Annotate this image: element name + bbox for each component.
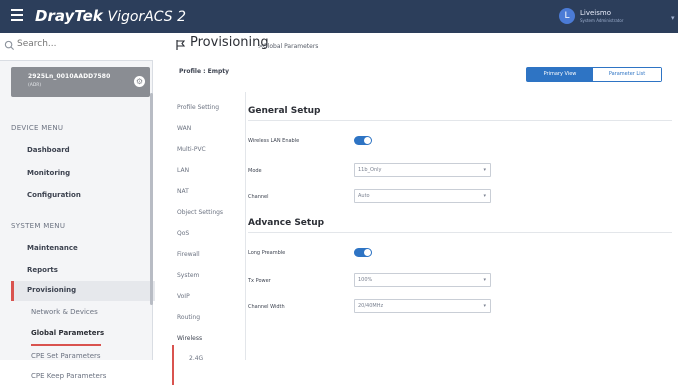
- brand-sub: VigorACS 2: [107, 9, 187, 25]
- avatar: L: [559, 8, 575, 24]
- brand-logo: DrayTek VigorACS 2: [35, 7, 186, 25]
- subnav-item-lan[interactable]: LAN: [177, 167, 189, 174]
- subnav-item-wan[interactable]: WAN: [177, 125, 191, 132]
- channel-width-select[interactable]: 20/40MHz ▾: [354, 299, 491, 313]
- subnav-item-voip[interactable]: VoIP: [177, 293, 190, 300]
- chevron-down-icon: ▾: [483, 277, 486, 283]
- sidebar-item-reports[interactable]: Reports: [27, 266, 58, 274]
- subnav-item-2-4g[interactable]: 2.4G: [189, 355, 203, 362]
- breadcrumb: >Global Parameters: [258, 43, 319, 50]
- parameter-list-button[interactable]: Parameter List: [593, 68, 661, 81]
- user-role: System Administrator: [580, 18, 624, 23]
- sidebar-subitem-network-devices[interactable]: Network & Devices: [31, 308, 98, 316]
- channel-select[interactable]: Auto ▾: [354, 189, 491, 203]
- device-name: 2925Ln_0010AADD7580: [28, 73, 111, 80]
- chevron-down-icon[interactable]: ▾: [671, 14, 675, 22]
- mode-select[interactable]: 11b_Only ▾: [354, 163, 491, 177]
- flag-icon: [176, 40, 186, 50]
- channel-width-select-value: 20/40MHz: [358, 303, 384, 309]
- top-bar: DrayTek VigorACS 2 L Liveismo System Adm…: [0, 0, 678, 33]
- sidebar-item-monitoring[interactable]: Monitoring: [27, 169, 70, 177]
- subnav-item-multi-pvc[interactable]: Multi-PVC: [177, 146, 206, 153]
- subnav-item-firewall[interactable]: Firewall: [177, 251, 200, 258]
- system-menu-title: SYSTEM MENU: [11, 222, 66, 230]
- gear-icon[interactable]: ⚙: [134, 76, 145, 87]
- chevron-down-icon: ▾: [483, 303, 486, 309]
- parameter-subnav: Profile Setting WAN Multi-PVC LAN NAT Ob…: [172, 92, 246, 385]
- subnav-item-system[interactable]: System: [177, 272, 199, 279]
- device-subtitle: (ADR): [28, 83, 42, 88]
- search-bar: [0, 33, 153, 61]
- page-title: Provisioning: [190, 35, 269, 50]
- sidebar-item-provisioning[interactable]: Provisioning: [11, 281, 155, 301]
- sidebar-subitem-cpe-keep-parameters[interactable]: CPE Keep Parameters: [31, 372, 106, 380]
- divider: [248, 120, 672, 121]
- chevron-down-icon: ▾: [483, 193, 486, 199]
- sidebar-item-maintenance[interactable]: Maintenance: [27, 244, 78, 252]
- mode-label: Mode: [248, 168, 262, 174]
- sidebar-item-dashboard[interactable]: Dashboard: [27, 146, 70, 154]
- long-preamble-toggle[interactable]: [354, 248, 372, 257]
- subnav-item-routing[interactable]: Routing: [177, 314, 200, 321]
- sidebar-item-label: Provisioning: [27, 286, 77, 294]
- search-icon: [4, 40, 15, 51]
- content-panel: Profile : Empty Primary View Parameter L…: [172, 60, 673, 385]
- divider: [248, 232, 672, 233]
- wireless-lan-enable-label: Wireless LAN Enable: [248, 138, 300, 144]
- device-card[interactable]: 2925Ln_0010AADD7580 (ADR) ⚙: [11, 67, 150, 97]
- tx-power-select-value: 100%: [358, 277, 373, 283]
- mode-select-value: 11b_Only: [358, 167, 382, 173]
- subnav-item-profile-setting[interactable]: Profile Setting: [177, 104, 219, 111]
- subnav-item-qos[interactable]: QoS: [177, 230, 189, 237]
- sidebar: 2925Ln_0010AADD7580 (ADR) ⚙ DEVICE MENU …: [0, 33, 155, 380]
- subnav-active-indicator: [172, 345, 174, 385]
- advance-setup-title: Advance Setup: [248, 218, 325, 228]
- profile-label: Profile : Empty: [179, 68, 230, 75]
- sidebar-subitem-global-parameters[interactable]: Global Parameters: [31, 329, 104, 337]
- view-toggle: Primary View Parameter List: [526, 67, 662, 82]
- channel-select-value: Auto: [358, 193, 370, 199]
- subnav-item-wireless[interactable]: Wireless: [177, 335, 202, 342]
- chevron-down-icon: ▾: [483, 167, 486, 173]
- sidebar-subitem-cpe-set-parameters[interactable]: CPE Set Parameters: [31, 352, 101, 360]
- search-input[interactable]: [17, 39, 137, 49]
- hamburger-menu-icon[interactable]: [11, 9, 23, 21]
- general-setup-title: General Setup: [248, 106, 321, 116]
- tx-power-label: Tx Power: [248, 278, 271, 284]
- long-preamble-label: Long Preamble: [248, 250, 286, 256]
- user-name: Liveismo: [580, 9, 611, 17]
- tx-power-select[interactable]: 100% ▾: [354, 273, 491, 287]
- subnav-item-object-settings[interactable]: Object Settings: [177, 209, 223, 216]
- channel-width-label: Channel Width: [248, 304, 285, 310]
- active-underline: [31, 344, 101, 346]
- primary-view-button[interactable]: Primary View: [527, 68, 593, 81]
- wireless-lan-enable-toggle[interactable]: [354, 136, 372, 145]
- subnav-item-nat[interactable]: NAT: [177, 188, 189, 195]
- channel-label: Channel: [248, 194, 269, 200]
- sidebar-item-configuration[interactable]: Configuration: [27, 191, 81, 199]
- sidebar-scrollbar[interactable]: [150, 93, 153, 305]
- brand-main: DrayTek: [35, 7, 103, 25]
- device-menu-title: DEVICE MENU: [11, 124, 64, 132]
